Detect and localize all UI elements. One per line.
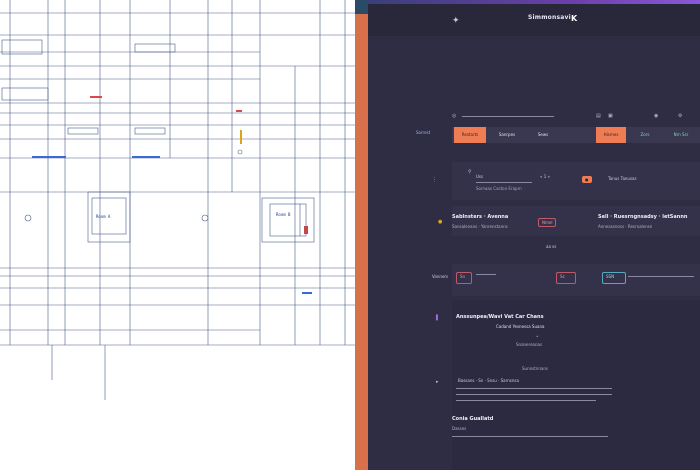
filter-right-text: Tanus Tanusas <box>608 176 637 181</box>
detail-footer-title: Conia Guallatd <box>452 416 494 422</box>
panel-divider[interactable] <box>355 0 368 470</box>
wand-icon[interactable]: ✦ <box>452 17 460 26</box>
listing-pager[interactable]: aa ss <box>546 244 556 249</box>
listing-a-title[interactable]: Sablnsters · Avenna <box>452 214 508 220</box>
listing-b-sub: Anneassnoss · Resrnalensn <box>598 224 653 229</box>
pin-icon[interactable]: ⚲ <box>468 170 472 175</box>
listing-row: ● Sablnsters · Avenna Sansalenans · Yanr… <box>438 206 700 236</box>
detail-divider-label: Sunnstnnans <box>522 366 548 371</box>
logo-icon: K <box>571 14 578 23</box>
filter-row: ⋮ ⚲ Uss Sorrwas Caston Eraprn « 1 » ● Ta… <box>432 162 700 200</box>
listing-a-sub: Sansalenans · Yanrenstanns <box>452 224 508 229</box>
settings-icon[interactable]: ⚙ <box>678 114 682 119</box>
divider-cap <box>355 0 368 14</box>
detail-line-3 <box>456 400 596 401</box>
wand-icon[interactable]: ◎ <box>452 114 456 119</box>
tab-hisrnes[interactable]: Hisrnes <box>596 127 626 143</box>
toolbar-text <box>462 116 554 117</box>
thumb-1-caption <box>476 274 496 275</box>
detail-line-2 <box>456 394 612 395</box>
detail-note: Snanereanas <box>516 342 543 347</box>
expand-icon[interactable]: ▸ <box>436 380 439 385</box>
thumb-3-caption <box>628 276 694 277</box>
tab-nrn-ssr[interactable]: Nrn Ssr <box>664 127 698 143</box>
star-icon[interactable]: ● <box>438 220 442 225</box>
filter-range-line <box>476 182 532 183</box>
thumbs-label: Vanners <box>432 274 449 279</box>
app-title: Simmonsavi <box>528 14 571 21</box>
room-label-b: Room B <box>276 212 291 217</box>
filter-label: Uss <box>476 174 484 179</box>
bookmark-icon[interactable]: ▌ <box>436 316 440 321</box>
filter-icon[interactable]: ⋮ <box>432 178 437 183</box>
thumb-3[interactable]: SSN <box>602 272 626 284</box>
app-panel: ✦ Simmonsavi K ◎ ▤ ▣ ◉ ⚙ Sorrest Restart… <box>368 0 700 470</box>
app-header: ✦ Simmonsavi K <box>368 4 700 36</box>
filter-badge[interactable]: ● <box>582 176 592 183</box>
detail-line-1 <box>456 388 612 389</box>
filter-range: Sorrwas Caston Eraprn <box>476 186 522 191</box>
tab-sanrpes[interactable]: Sanrpes <box>490 127 524 143</box>
tab-zors[interactable]: Zors <box>634 127 656 143</box>
list-icon[interactable]: ▤ <box>596 114 601 119</box>
listing-b-title[interactable]: Sell · Ruesrngnsadsy · letSannn <box>598 214 687 220</box>
thumbnail-row: Vanners Sn Ss SSN <box>432 264 700 296</box>
listing-a-badge[interactable]: Nmel <box>538 218 557 227</box>
thumb-1[interactable]: Sn <box>456 272 472 284</box>
tab-sews[interactable]: Sews <box>532 127 554 143</box>
detail-footer-line <box>452 436 608 437</box>
pager[interactable]: « 1 » <box>540 174 550 179</box>
detail-subtitle: Cadand Yesnessa Suana <box>496 324 545 329</box>
help-icon[interactable]: ◉ <box>654 114 658 119</box>
detail-dot: • <box>536 334 539 339</box>
detail-footer-sub: Dasses <box>452 426 467 431</box>
tab-restarts[interactable]: Restarts <box>454 127 486 143</box>
detail-card: ▌ Anssunpea/Wavi Vat Car Chans Cadand Ye… <box>436 300 700 470</box>
floor-plan-drawing: Room A Room B <box>0 0 355 400</box>
tab-bar: Restarts Sanrpes Sews Hisrnes Zors Nrn S… <box>452 127 700 143</box>
room-label-a: Room A <box>96 214 111 219</box>
blueprint-canvas[interactable]: Room A Room B <box>0 0 355 470</box>
thumb-2[interactable]: Ss <box>556 272 576 284</box>
cart-icon[interactable]: ▣ <box>608 114 613 119</box>
detail-meta: Bassans · Sn · Snsu · Sarnsnsa <box>458 378 519 383</box>
detail-title: Anssunpea/Wavi Vat Car Chans <box>456 314 544 320</box>
tabs-left-label: Sorrest <box>416 130 431 135</box>
